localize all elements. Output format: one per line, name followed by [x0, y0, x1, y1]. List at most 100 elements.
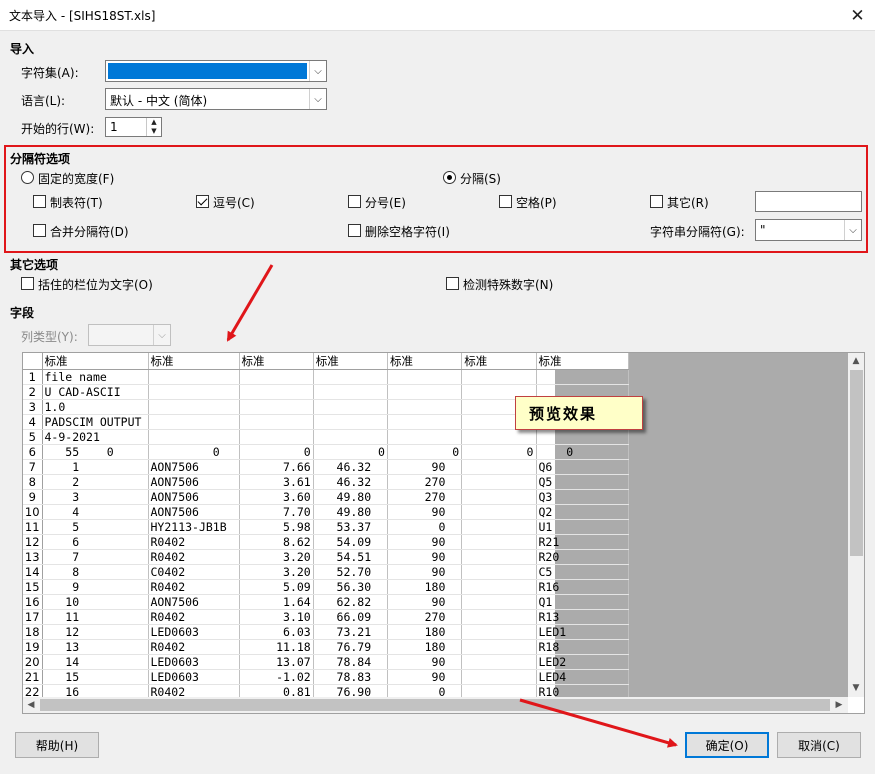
ok-button[interactable]: 确定(O)	[685, 732, 769, 758]
table-cell: 56.30	[313, 579, 389, 595]
table-cell: 3	[42, 489, 149, 505]
cancel-button[interactable]: 取消(C)	[777, 732, 861, 758]
string-delimiter-select[interactable]: " ⌵	[755, 219, 862, 241]
semicolon-label: 分号(E)	[365, 196, 406, 210]
table-cell	[461, 534, 537, 550]
chevron-down-icon[interactable]: ⌵	[844, 220, 861, 240]
column-header[interactable]: 标准	[387, 353, 463, 370]
table-cell	[461, 654, 537, 670]
table-cell: 5.09	[239, 579, 314, 595]
table-cell: LED0603	[148, 624, 240, 640]
scroll-left-icon[interactable]: ◀	[23, 697, 39, 713]
table-cell: 3.61	[239, 474, 314, 490]
delimited-radio[interactable]	[443, 171, 456, 184]
table-cell	[313, 369, 389, 385]
quoted-text-checkbox[interactable]	[21, 277, 34, 290]
spin-down-icon[interactable]: ▼	[147, 127, 161, 136]
table-cell: Q3	[536, 489, 629, 505]
table-cell	[536, 429, 629, 445]
semicolon-checkbox[interactable]	[348, 195, 361, 208]
charset-select[interactable]: ⌵	[105, 60, 327, 82]
detect-numbers-checkbox[interactable]	[446, 277, 459, 290]
table-cell: LED4	[536, 669, 629, 685]
table-cell	[387, 414, 463, 430]
column-header[interactable]: 标准	[461, 353, 537, 370]
chevron-down-icon[interactable]: ⌵	[309, 89, 326, 109]
stepper-arrows[interactable]: ▲ ▼	[146, 118, 161, 136]
table-cell: 7.70	[239, 504, 314, 520]
trim-spaces-label: 删除空格字符(I)	[365, 225, 450, 239]
vertical-scroll-thumb[interactable]	[850, 370, 863, 556]
table-cell: R20	[536, 549, 629, 565]
table-cell: 0	[461, 444, 537, 460]
other-checkbox[interactable]	[650, 195, 663, 208]
spin-up-icon[interactable]: ▲	[147, 118, 161, 127]
table-cell: 3.20	[239, 549, 314, 565]
tab-label: 制表符(T)	[50, 196, 103, 210]
table-cell: 3.20	[239, 564, 314, 580]
row-number: 16	[23, 594, 43, 610]
ok-button-label: 确定(O)	[705, 738, 749, 753]
scroll-right-icon[interactable]: ▶	[831, 697, 847, 713]
window-title: 文本导入 - [SIHS18ST.xls]	[9, 9, 156, 23]
table-cell: 13	[42, 639, 149, 655]
comma-checkbox[interactable]	[196, 195, 209, 208]
chevron-down-icon[interactable]: ⌵	[153, 325, 170, 345]
table-cell: 66.09	[313, 609, 389, 625]
help-button[interactable]: 帮助(H)	[15, 732, 99, 758]
table-cell: AON7506	[148, 474, 240, 490]
help-button-label: 帮助(H)	[35, 738, 79, 753]
close-icon: ✕	[850, 5, 865, 26]
column-header[interactable]: 标准	[42, 353, 149, 370]
table-cell: 180	[387, 579, 463, 595]
table-cell	[461, 669, 537, 685]
tab-checkbox[interactable]	[33, 195, 46, 208]
table-cell: 52.70	[313, 564, 389, 580]
horizontal-scroll-thumb[interactable]	[40, 699, 830, 711]
table-cell: 180	[387, 624, 463, 640]
table-cell: 78.83	[313, 669, 389, 685]
merge-delimiters-checkbox[interactable]	[33, 224, 46, 237]
table-cell: 0	[387, 519, 463, 535]
table-cell	[148, 399, 240, 415]
table-cell: 90	[387, 534, 463, 550]
row-number: 4	[23, 414, 43, 430]
table-cell: 55 0	[42, 444, 149, 460]
table-cell: C0402	[148, 564, 240, 580]
table-row: 18 12 LED0603 6.03 73.21 180 LED1	[23, 624, 629, 640]
chevron-down-icon[interactable]: ⌵	[309, 61, 326, 81]
table-row: 6 55 0 0 0 0 0 0 0	[23, 444, 629, 460]
start-row-stepper[interactable]: 1 ▲ ▼	[105, 117, 162, 137]
table-cell	[313, 429, 389, 445]
other-delimiter-input[interactable]	[755, 191, 862, 212]
fixed-width-radio[interactable]	[21, 171, 34, 184]
table-cell	[461, 519, 537, 535]
table-cell: LED1	[536, 624, 629, 640]
scroll-up-icon[interactable]: ▲	[848, 353, 864, 369]
row-number: 21	[23, 669, 43, 685]
column-header[interactable]: 标准	[536, 353, 629, 370]
row-number: 20	[23, 654, 43, 670]
table-cell	[461, 639, 537, 655]
table-cell: LED0603	[148, 654, 240, 670]
table-cell	[313, 384, 389, 400]
fixed-width-label: 固定的宽度(F)	[38, 172, 115, 186]
table-cell: 90	[387, 564, 463, 580]
table-cell	[461, 369, 537, 385]
table-cell	[461, 624, 537, 640]
language-select[interactable]: 默认 - 中文 (简体) ⌵	[105, 88, 327, 110]
column-header[interactable]: 标准	[239, 353, 314, 370]
trim-spaces-checkbox[interactable]	[348, 224, 361, 237]
column-header[interactable]: 标准	[148, 353, 240, 370]
table-cell: 76.79	[313, 639, 389, 655]
close-button[interactable]: ✕	[840, 0, 875, 31]
table-cell	[461, 504, 537, 520]
delimiter-section-label: 分隔符选项	[10, 152, 71, 166]
space-checkbox[interactable]	[499, 195, 512, 208]
column-header[interactable]: 标准	[313, 353, 389, 370]
column-type-select[interactable]: ⌵	[88, 324, 171, 346]
table-cell	[461, 579, 537, 595]
scroll-down-icon[interactable]: ▼	[848, 680, 864, 696]
table-cell	[461, 549, 537, 565]
table-cell: 0	[148, 444, 240, 460]
